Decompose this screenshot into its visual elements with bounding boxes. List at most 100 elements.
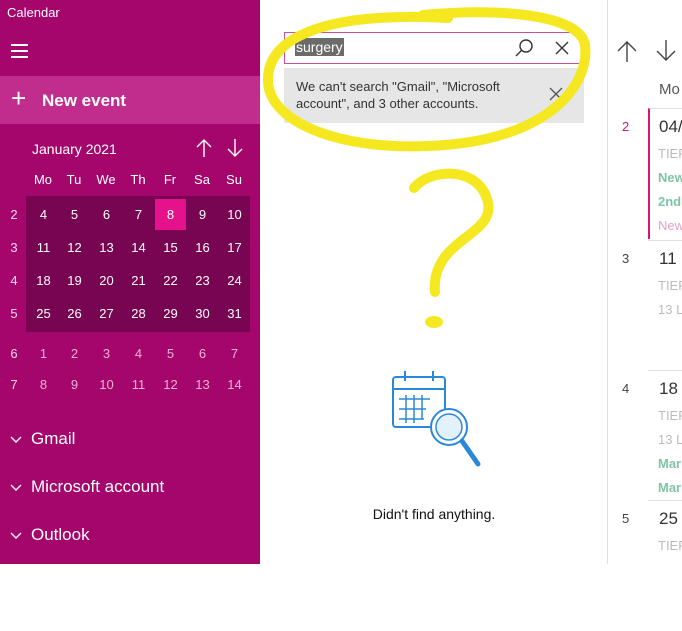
next-month-arrow-icon[interactable] [225,137,245,159]
new-event-button[interactable]: + New event [0,76,260,124]
weekday-header: Th [130,172,146,187]
plus-icon: + [11,83,27,113]
event-item[interactable]: Mar [658,480,681,495]
week-number: 4 [622,381,630,396]
day-number: 18 [659,379,678,398]
event-item[interactable]: TIEF [658,278,682,293]
week-number: 5 [10,306,18,321]
day-cell[interactable]: 6 [187,338,218,369]
sidebar: Calendar + New event January 2021 Mo Tu We… [0,0,260,564]
day-cell[interactable]: 12 [155,369,186,400]
weekday-header: Sa [194,172,210,187]
day-cell[interactable]: 4 [123,338,154,369]
day-cell[interactable]: 18 [28,265,59,296]
week-number: 3 [622,251,630,266]
day-cell[interactable]: 11 [28,232,59,263]
weekday-column-header: Mo [659,81,680,98]
day-cell[interactable]: 25 [28,298,59,329]
weekday-header: We [96,172,116,187]
empty-results-text: Didn't find anything. [372,506,496,522]
event-item[interactable]: TIEF [658,538,682,553]
day-cell[interactable]: 26 [59,298,90,329]
day-cell[interactable]: 28 [123,298,154,329]
day-cell[interactable]: 17 [219,232,250,263]
day-cell[interactable]: 29 [155,298,186,329]
day-cell[interactable]: 9 [187,199,218,230]
event-item[interactable]: New [658,170,682,185]
close-icon[interactable] [551,37,573,59]
day-cell[interactable]: 7 [219,338,250,369]
event-item[interactable]: TIEF [658,146,682,161]
new-event-label: New event [42,91,127,110]
day-cell[interactable]: 6 [91,199,122,230]
dismiss-notice-icon[interactable] [548,86,564,102]
day-cell[interactable]: 8 [28,369,59,400]
next-period-arrow-icon[interactable] [655,38,677,64]
month-title[interactable]: January 2021 [32,141,117,157]
week-number: 5 [622,511,630,526]
search-input[interactable]: surgery [295,38,344,56]
previous-month-arrow-icon[interactable] [194,137,214,159]
search-field[interactable]: surgery [284,32,584,64]
day-cell[interactable]: 5 [59,199,90,230]
chevron-down-icon [10,484,22,491]
search-icon[interactable] [513,37,535,59]
week-number: 4 [10,273,18,288]
account-label: Outlook [31,525,90,544]
day-cell[interactable]: 13 [187,369,218,400]
day-number: 04/ [659,117,682,136]
app-title: Calendar [7,5,60,20]
week-number: 7 [10,377,18,392]
day-cell[interactable]: 11 [123,369,154,400]
hamburger-menu-icon[interactable] [11,44,28,58]
account-outlook[interactable]: Outlook [10,525,90,551]
day-cell[interactable]: 5 [155,338,186,369]
day-number: 25 [659,509,678,528]
day-cell[interactable]: 14 [123,232,154,263]
week-number: 3 [10,240,18,255]
weekday-header: Su [226,172,242,187]
day-cell[interactable]: 22 [155,265,186,296]
event-item[interactable]: Mar [658,456,681,471]
weekday-header: Mo [33,172,53,187]
account-gmail[interactable]: Gmail [10,429,75,455]
day-cell[interactable]: 10 [219,199,250,230]
event-item[interactable]: TIEF [658,408,682,423]
event-item[interactable]: 13 L [658,302,682,317]
day-cell[interactable]: 13 [91,232,122,263]
search-limit-notice: We can't search "Gmail", "Microsoft acco… [284,68,584,123]
event-item[interactable]: New [658,218,682,233]
day-cell[interactable]: 9 [59,369,90,400]
day-cell[interactable]: 27 [91,298,122,329]
day-cell[interactable]: 3 [91,338,122,369]
day-cell[interactable]: 31 [219,298,250,329]
day-cell[interactable]: 7 [123,199,154,230]
week-number: 2 [622,119,630,134]
day-cell[interactable]: 24 [219,265,250,296]
account-label: Gmail [31,429,76,448]
day-cell[interactable]: 14 [219,369,250,400]
chevron-down-icon [10,532,22,539]
account-label: Microsoft account [31,477,165,496]
day-cell[interactable]: 23 [187,265,218,296]
event-item[interactable]: 13 L [658,432,682,447]
day-cell[interactable]: 15 [155,232,186,263]
day-cell[interactable]: 20 [91,265,122,296]
day-cell[interactable]: 1 [28,338,59,369]
day-number: 11 [659,249,677,268]
day-cell[interactable]: 30 [187,298,218,329]
previous-period-arrow-icon[interactable] [616,38,638,64]
day-cell[interactable]: 4 [28,199,59,230]
account-microsoft[interactable]: Microsoft account [10,477,164,503]
day-cell[interactable]: 2 [59,338,90,369]
chevron-down-icon [10,436,22,443]
today-cell[interactable]: 8 [155,199,186,230]
day-cell[interactable]: 19 [59,265,90,296]
day-cell[interactable]: 10 [91,369,122,400]
day-cell[interactable]: 21 [123,265,154,296]
event-item[interactable]: 2nd [658,194,681,209]
weekday-header: Tu [66,172,82,187]
weekday-header: Fr [163,172,177,187]
day-cell[interactable]: 16 [187,232,218,263]
day-cell[interactable]: 12 [59,232,90,263]
